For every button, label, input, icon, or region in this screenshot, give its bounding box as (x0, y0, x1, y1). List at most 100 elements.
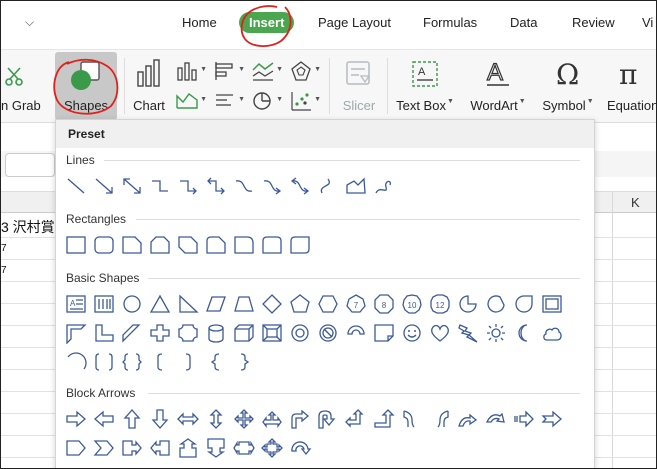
shape-arrow[interactable] (92, 175, 116, 197)
shape-trapezoid[interactable] (232, 293, 256, 315)
screen-grab-button[interactable]: n Grab (1, 50, 47, 122)
shape-circular-arrow[interactable] (288, 437, 312, 459)
shape-curve[interactable] (316, 175, 340, 197)
shape-curved-arrow-connector[interactable] (260, 175, 284, 197)
shape-no-symbol[interactable] (316, 322, 340, 344)
shape-frame[interactable] (540, 293, 564, 315)
shape-down-arrow[interactable] (148, 408, 172, 430)
shape-curved-double-arrow[interactable] (288, 175, 312, 197)
shape-right-bracket[interactable] (176, 351, 200, 373)
column-k-header[interactable]: K (631, 195, 640, 210)
shape-round-diagonal-rectangle[interactable] (288, 234, 312, 256)
shape-round-single-corner-rectangle[interactable] (232, 234, 256, 256)
shape-bevel[interactable] (260, 322, 284, 344)
shape-bent-arrow[interactable] (288, 408, 312, 430)
name-box[interactable] (5, 153, 55, 177)
shape-smiley-face[interactable] (400, 322, 424, 344)
shape-decagon[interactable]: 10 (400, 293, 424, 315)
shape-sun[interactable] (484, 322, 508, 344)
shape-plaque[interactable] (176, 322, 200, 344)
shape-right-arrow[interactable] (64, 408, 88, 430)
shape-left-arrow[interactable] (92, 408, 116, 430)
shape-up-arrow-callout[interactable] (176, 437, 200, 459)
shape-right-arrow-callout[interactable] (120, 437, 144, 459)
wordart-button[interactable]: A WordArt▼ (463, 50, 533, 122)
shape-dodecagon[interactable]: 12 (428, 293, 452, 315)
tab-home[interactable]: Home (182, 15, 217, 30)
shape-left-right-arrow-callout[interactable] (232, 437, 256, 459)
shape-heart[interactable] (428, 322, 452, 344)
chart-button[interactable]: Chart (129, 50, 169, 122)
tab-page-layout[interactable]: Page Layout (318, 15, 391, 30)
shape-right-brace[interactable] (232, 351, 256, 373)
shape-quad-arrow[interactable] (232, 408, 256, 430)
tab-data[interactable]: Data (510, 15, 537, 30)
shape-regular-pentagon[interactable] (288, 293, 312, 315)
shape-cloud[interactable] (540, 322, 564, 344)
shape-snip-same-side-rectangle[interactable] (148, 234, 172, 256)
shape-left-right-arrow[interactable] (176, 408, 200, 430)
shape-l-shape[interactable] (92, 322, 116, 344)
equation-button[interactable]: π Equation (605, 50, 656, 122)
shape-up-arrow[interactable] (120, 408, 144, 430)
shape-chord[interactable] (484, 293, 508, 315)
shape-oval[interactable] (120, 293, 144, 315)
shape-octagon[interactable]: 8 (372, 293, 396, 315)
shape-double-brace[interactable] (120, 351, 144, 373)
shape-right-triangle[interactable] (176, 293, 200, 315)
shape-elbow-double-arrow[interactable] (204, 175, 228, 197)
tab-review[interactable]: Review (572, 15, 615, 30)
shape-bent-up-arrow[interactable] (372, 408, 396, 430)
shape-down-arrow-callout[interactable] (204, 437, 228, 459)
shape-arc[interactable] (64, 351, 88, 373)
shape-diagonal-stripe[interactable] (120, 322, 144, 344)
shape-striped-right-arrow[interactable] (512, 408, 536, 430)
symbol-button[interactable]: Ω Symbol▼ (537, 50, 599, 122)
shape-rounded-rectangle[interactable] (92, 234, 116, 256)
shape-notched-right-arrow[interactable] (540, 408, 564, 430)
cell-value[interactable]: 7 (1, 243, 7, 254)
shape-quad-arrow-callout[interactable] (260, 437, 284, 459)
text-box-button[interactable]: A Text Box▼ (393, 50, 457, 122)
shape-cube[interactable] (232, 322, 256, 344)
shape-scribble[interactable] (372, 175, 396, 197)
shape-can[interactable] (204, 322, 228, 344)
tab-formulas[interactable]: Formulas (423, 15, 477, 30)
shape-double-bracket[interactable] (92, 351, 116, 373)
shape-triangle[interactable] (148, 293, 172, 315)
shape-snip-round-rectangle[interactable] (204, 234, 228, 256)
stock-chart-button[interactable]: ▼ (175, 90, 207, 112)
line-chart-button[interactable]: ▼ (251, 60, 283, 82)
tab-view[interactable]: Vi (642, 15, 653, 30)
shape-pie-shape[interactable] (456, 293, 480, 315)
shape-curved-right-arrow[interactable] (400, 408, 424, 430)
shape-elbow-connector[interactable] (148, 175, 172, 197)
shape-snip-diagonal-rectangle[interactable] (176, 234, 200, 256)
bar-chart-horizontal-button[interactable]: ▼ (213, 60, 245, 82)
shape-parallelogram[interactable] (204, 293, 228, 315)
shape-rectangle[interactable] (64, 234, 88, 256)
scatter-chart-button[interactable]: ▼ (289, 90, 321, 112)
shape-moon[interactable] (512, 322, 536, 344)
shape-vertical-text-box[interactable] (92, 293, 116, 315)
shape-donut[interactable] (288, 322, 312, 344)
shape-left-right-up-arrow[interactable] (260, 408, 284, 430)
shape-curved-left-arrow[interactable] (428, 408, 452, 430)
cell-value[interactable]: 3 沢村賞 (1, 217, 55, 237)
shape-elbow-arrow-connector[interactable] (176, 175, 200, 197)
shape-block-arc[interactable] (344, 322, 368, 344)
radar-chart-button[interactable]: ▼ (289, 60, 321, 82)
pie-chart-button[interactable]: ▼ (251, 90, 283, 112)
shape-chevron[interactable] (92, 437, 116, 459)
slicer-button[interactable]: Slicer (335, 50, 383, 122)
cell-value[interactable]: 7 (1, 265, 7, 276)
shape-pentagon-arrow[interactable] (64, 437, 88, 459)
shape-heptagon[interactable]: 7 (344, 293, 368, 315)
shape-u-turn-arrow[interactable] (316, 408, 340, 430)
shape-line[interactable] (64, 175, 88, 197)
column-chart-button[interactable]: ▼ (175, 60, 207, 82)
shape-hexagon[interactable] (316, 293, 340, 315)
shape-half-frame[interactable] (64, 322, 88, 344)
shape-double-arrow[interactable] (120, 175, 144, 197)
shape-left-bracket[interactable] (148, 351, 172, 373)
